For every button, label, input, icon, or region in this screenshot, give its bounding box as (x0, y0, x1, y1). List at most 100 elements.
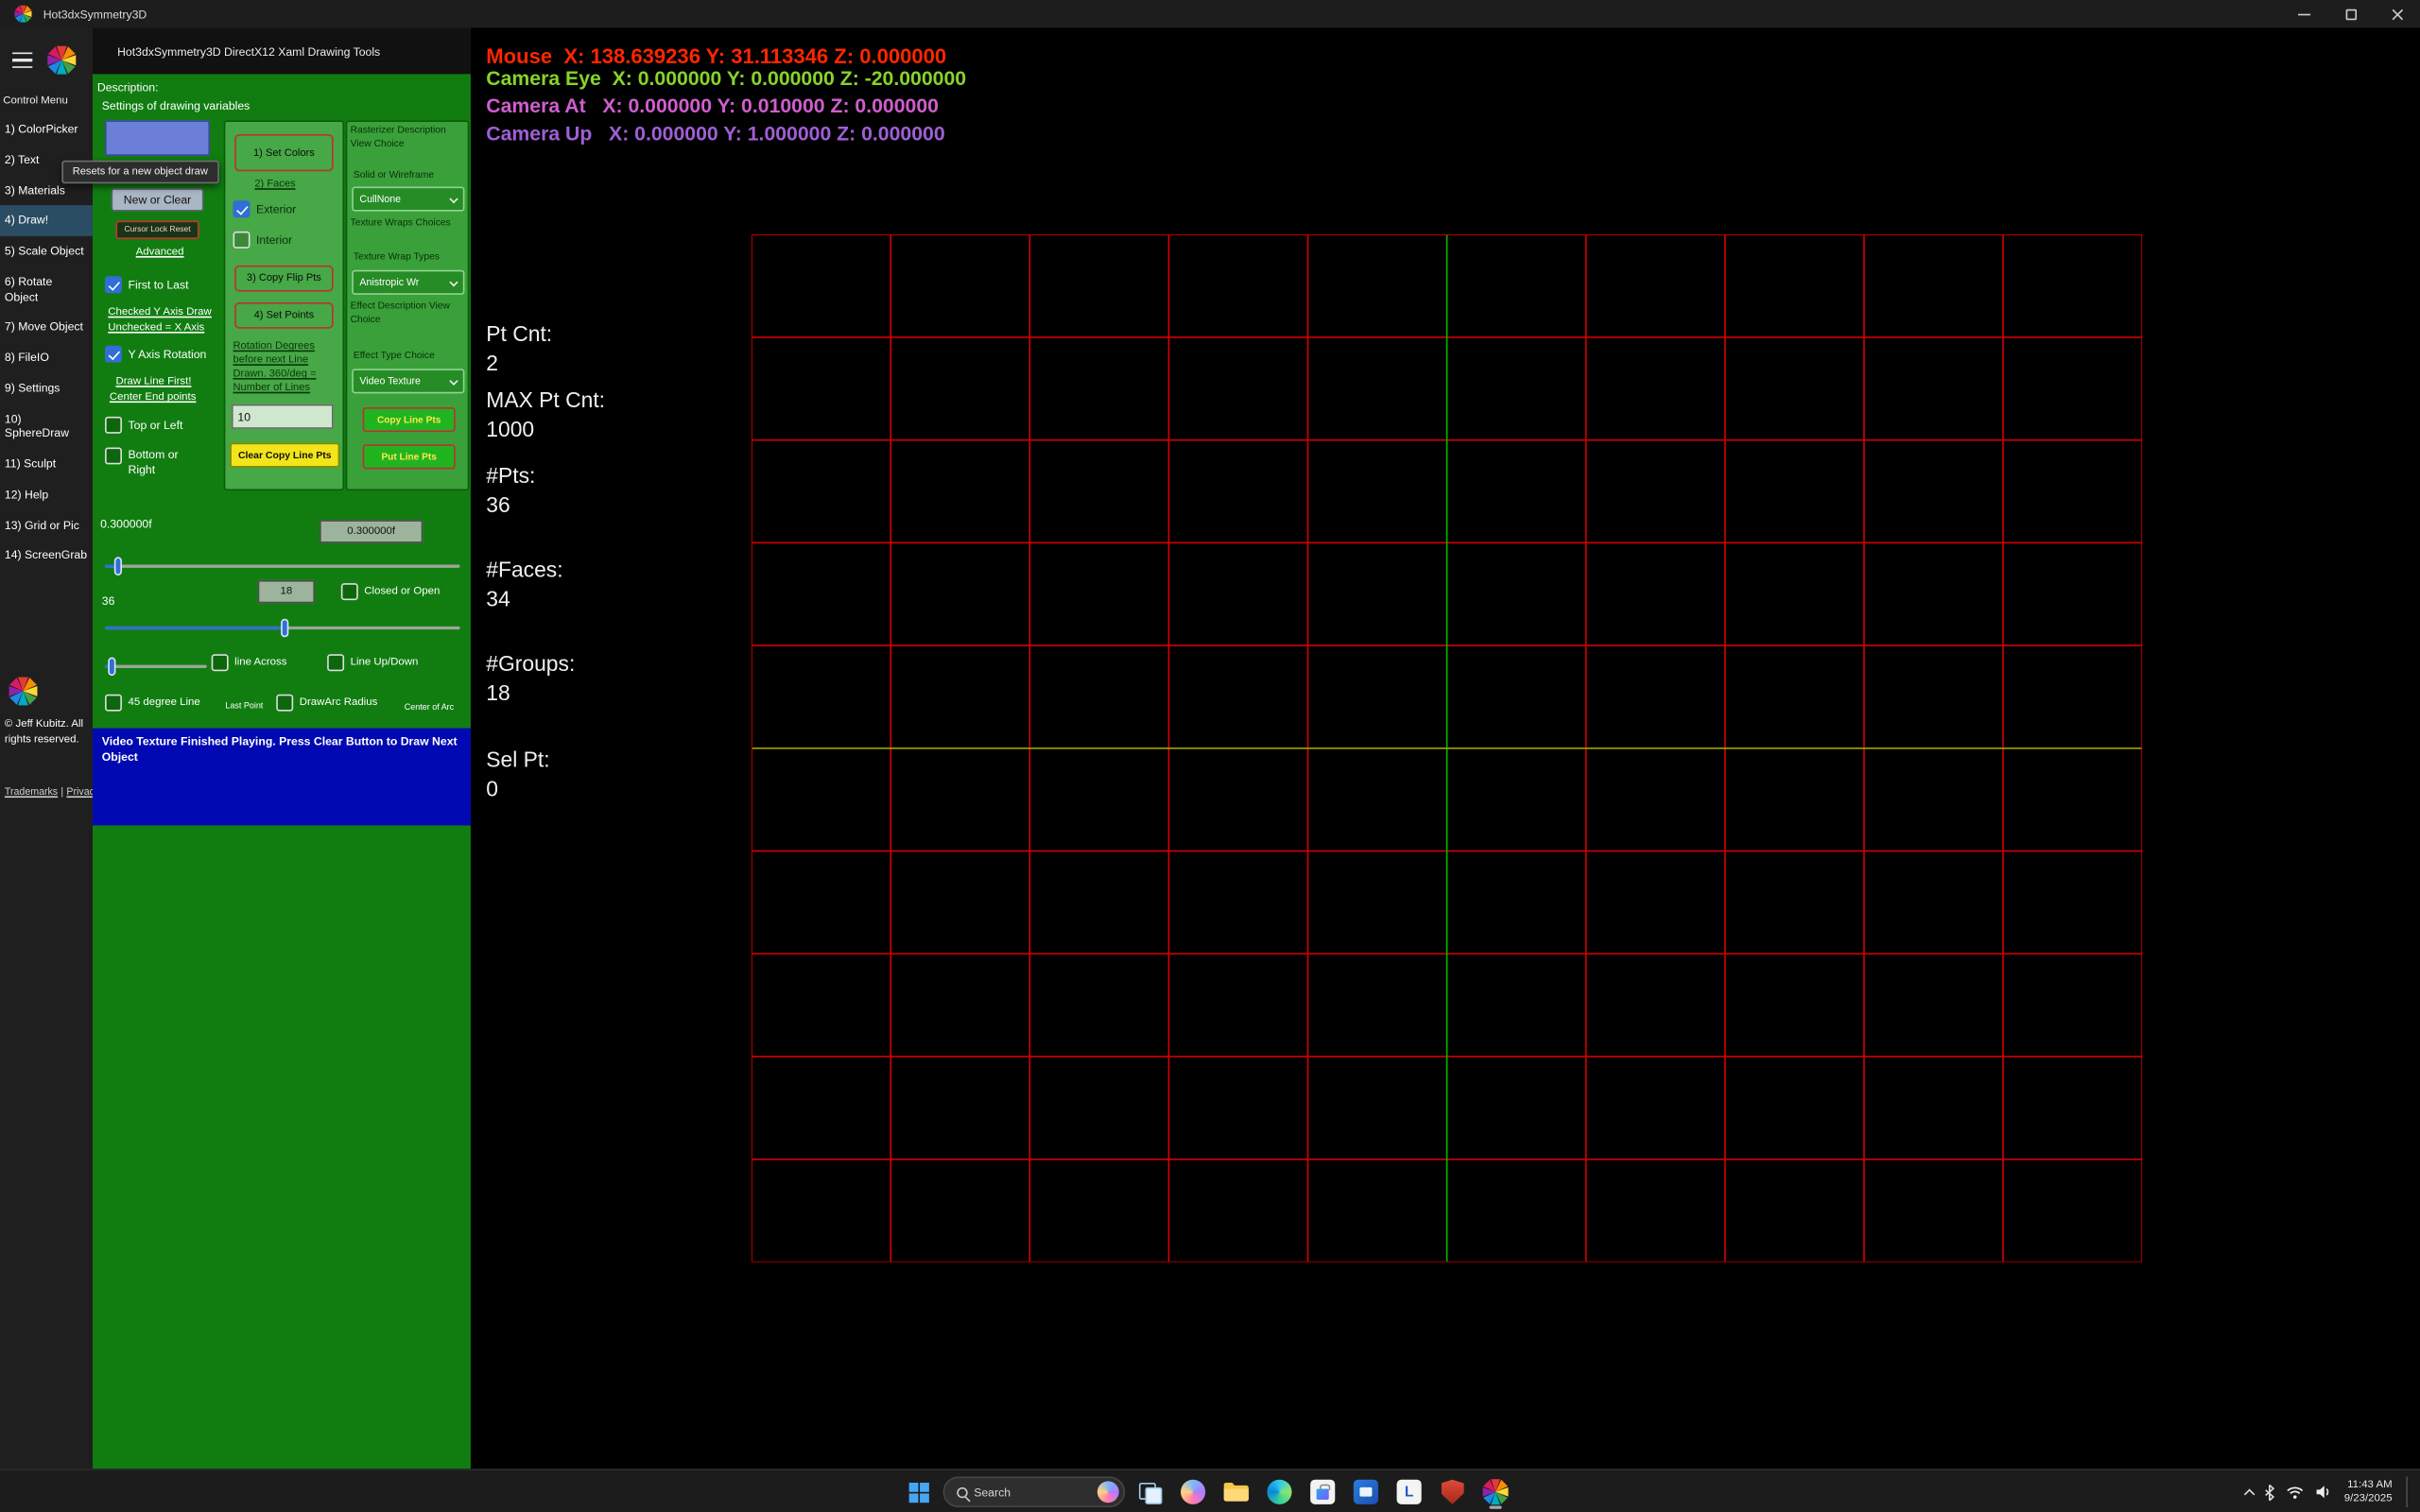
line-across-checkbox[interactable]: line Across (212, 654, 287, 671)
effect-type-choice-label: Effect Type Choice (354, 351, 435, 361)
taskbar-search[interactable]: Search (943, 1476, 1126, 1507)
sidebar-item-draw[interactable]: 4) Draw! (0, 206, 93, 236)
texture-wraps-choices-label: Texture Wraps Choices (351, 217, 451, 228)
cull-mode-dropdown[interactable]: CullNone (352, 187, 464, 212)
checkbox-box (276, 695, 293, 712)
letter-l-app-icon: L (1397, 1480, 1422, 1504)
drawing-grid[interactable] (752, 234, 2142, 1262)
put-line-pts-button[interactable]: Put Line Pts (363, 444, 456, 469)
points-subpanel: 1) Set Colors 2) Faces Exterior Interior… (224, 120, 344, 490)
new-or-clear-button[interactable]: New or Clear (112, 188, 204, 211)
stat-label: MAX Pt Cnt: (486, 386, 605, 415)
sidebar-item-screengrab[interactable]: 14) ScreenGrab (0, 541, 93, 571)
l-app-button[interactable]: L (1391, 1475, 1427, 1509)
sidebar-item-colorpicker[interactable]: 1) ColorPicker (0, 114, 93, 145)
segments-slider[interactable] (105, 619, 460, 638)
copy-flip-pts-button[interactable]: 3) Copy Flip Pts (234, 266, 333, 292)
slider-thumb[interactable] (114, 557, 122, 576)
checkbox-box (105, 447, 122, 464)
panel-header-title: Hot3dxSymmetry3D DirectX12 Xaml Drawing … (93, 27, 471, 74)
wifi-icon[interactable] (2286, 1485, 2305, 1499)
drawarc-radius-checkbox[interactable]: DrawArc Radius (276, 695, 377, 712)
y-axis-rotation-checkbox[interactable]: Y Axis Rotation (105, 346, 206, 363)
description-label: Description: (97, 80, 159, 94)
float-slider[interactable] (105, 557, 460, 576)
texture-wrap-dropdown[interactable]: Anistropic Wr (352, 270, 464, 295)
tray-chevron-up-icon[interactable] (2244, 1488, 2256, 1500)
bottom-or-right-checkbox[interactable]: Bottom or Right (105, 447, 191, 477)
last-point-label: Last Point (225, 702, 263, 712)
close-button[interactable] (2374, 0, 2420, 27)
start-button[interactable] (900, 1475, 937, 1509)
rotation-degrees-link-2[interactable]: before next Line (233, 355, 309, 366)
copy-line-pts-button[interactable]: Copy Line Pts (363, 407, 456, 432)
slider-thumb[interactable] (108, 658, 115, 677)
advanced-link[interactable]: Advanced (136, 247, 184, 257)
center-end-points-link[interactable]: Center End points (110, 392, 197, 403)
interior-checkbox[interactable]: Interior (233, 232, 293, 249)
sidebar-item-grid-or-pic[interactable]: 13) Grid or Pic (0, 510, 93, 541)
line-up-down-checkbox[interactable]: Line Up/Down (327, 654, 418, 671)
deg45-line-checkbox[interactable]: 45 degree Line (105, 695, 200, 712)
set-colors-button[interactable]: 1) Set Colors (234, 134, 333, 171)
segments-value-box[interactable]: 18 (258, 580, 315, 603)
checkbox-box (212, 654, 229, 671)
edge-button[interactable] (1261, 1475, 1298, 1509)
app-logo-icon[interactable] (46, 44, 78, 76)
maximize-button[interactable] (2327, 0, 2374, 27)
stat-value: 34 (486, 585, 562, 614)
status-message: Video Texture Finished Playing. Press Cl… (93, 729, 471, 826)
effect-type-dropdown[interactable]: Video Texture (352, 369, 464, 393)
mail-app-button[interactable] (1347, 1475, 1384, 1509)
stat-label: #Pts: (486, 461, 535, 490)
cursor-lock-reset-button[interactable]: Cursor Lock Reset (115, 220, 199, 239)
rotation-degrees-link-3[interactable]: Drawn. 360/deg = (233, 369, 317, 379)
volume-icon[interactable] (2315, 1485, 2334, 1500)
sidebar-item-fileio[interactable]: 8) FileIO (0, 342, 93, 372)
hamburger-menu-icon[interactable] (12, 53, 32, 68)
bluetooth-icon[interactable] (2264, 1484, 2274, 1501)
screen: Hot3dxSymmetry3D Control Menu 1) ColorPi… (0, 0, 2420, 1512)
faces-link[interactable]: 2) Faces (254, 179, 295, 189)
copilot-button[interactable] (1174, 1475, 1211, 1509)
unchecked-x-axis-link[interactable]: Unchecked = X Axis (108, 322, 204, 333)
clear-copy-line-pts-button[interactable]: Clear Copy Line Pts (230, 443, 339, 468)
chevron-down-icon (449, 195, 458, 203)
sidebar-item-settings[interactable]: 9) Settings (0, 373, 93, 404)
top-or-left-checkbox[interactable]: Top or Left (105, 417, 182, 434)
sidebar-item-sculpt[interactable]: 11) Sculpt (0, 449, 93, 479)
float-value-box[interactable]: 0.300000f (320, 520, 423, 542)
sidebar-item-scale-object[interactable]: 5) Scale Object (0, 236, 93, 266)
checked-y-axis-link[interactable]: Checked Y Axis Draw (108, 307, 211, 318)
draw-tools-panel: Hot3dxSymmetry3D DirectX12 Xaml Drawing … (93, 27, 471, 1469)
hot3dx-app-button[interactable] (1477, 1475, 1513, 1509)
rotation-degrees-link-1[interactable]: Rotation Degrees (233, 341, 315, 352)
taskbar-clock[interactable]: 11:43 AM 9/23/2025 (2344, 1478, 2393, 1505)
minimize-button[interactable] (2281, 0, 2327, 27)
degrees-input[interactable]: 10 (232, 404, 334, 429)
active-app-indicator (1490, 1505, 1502, 1508)
sidebar-item-help[interactable]: 12) Help (0, 479, 93, 509)
file-explorer-button[interactable] (1218, 1475, 1254, 1509)
sidebar-item-move-object[interactable]: 7) Move Object (0, 312, 93, 342)
sidebar-item-rotate-object[interactable]: 6) Rotate Object (0, 266, 93, 312)
security-app-button[interactable] (1434, 1475, 1471, 1509)
set-points-button[interactable]: 4) Set Points (234, 302, 333, 329)
sidebar-item-spheredraw[interactable]: 10) SphereDraw (0, 404, 93, 449)
exterior-checkbox[interactable]: Exterior (233, 200, 297, 217)
first-to-last-checkbox[interactable]: First to Last (105, 276, 188, 293)
line-slider[interactable] (105, 658, 207, 677)
task-view-button[interactable] (1132, 1475, 1168, 1509)
checkbox-box (327, 654, 344, 671)
render-canvas[interactable]: Mouse X: 138.639236 Y: 31.113346 Z: 0.00… (471, 27, 2420, 1469)
closed-or-open-checkbox[interactable]: Closed or Open (341, 583, 441, 600)
show-desktop-button[interactable] (2406, 1476, 2411, 1507)
draw-line-first-link[interactable]: Draw Line First! (115, 376, 191, 387)
slider-thumb[interactable] (281, 619, 288, 638)
store-button[interactable] (1305, 1475, 1341, 1509)
rotation-degrees-link-4[interactable]: Number of Lines (233, 383, 310, 393)
trademarks-link[interactable]: Trademarks (5, 787, 58, 798)
stat-value: 1000 (486, 415, 605, 444)
search-placeholder: Search (974, 1485, 1091, 1499)
color-swatch[interactable] (105, 120, 210, 156)
